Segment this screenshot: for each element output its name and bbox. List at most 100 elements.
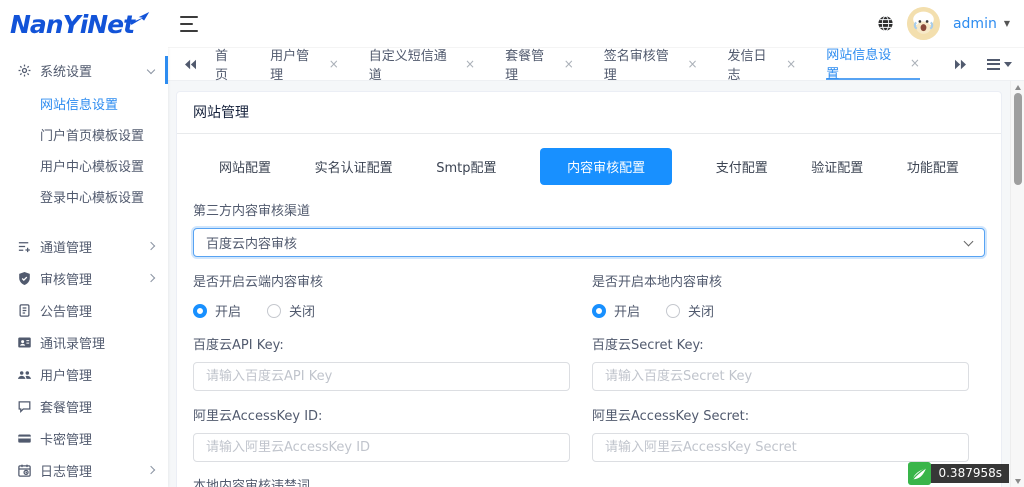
cloud-audit-off-radio[interactable]: 关闭: [267, 301, 315, 320]
double-right-icon: [955, 59, 966, 69]
baidu-secret-key-input[interactable]: [592, 362, 969, 391]
sidebar-item-contacts-management[interactable]: 通讯录管理: [0, 326, 168, 358]
channel-label: 第三方内容审核渠道: [193, 204, 311, 219]
sidebar-collapse-button[interactable]: [180, 15, 202, 32]
active-menu-indicator: [165, 56, 168, 84]
aliyun-accesskey-id-input[interactable]: [193, 433, 570, 462]
triangle-up-icon: [1015, 84, 1021, 90]
sidebar-subitem-site-info[interactable]: 网站信息设置: [0, 90, 168, 121]
chevron-down-icon: [146, 65, 156, 75]
sidebar-item-label: 用户管理: [40, 368, 93, 384]
tab-label: 首页: [215, 49, 229, 83]
brand-logo: NanYiNet: [10, 9, 135, 39]
config-tabs: 网站配置 实名认证配置 Smtp配置 内容审核配置 支付配置 验证配置 功能配置: [177, 134, 1001, 185]
username[interactable]: admin: [953, 16, 997, 32]
close-icon[interactable]: ×: [910, 56, 920, 70]
tab-home[interactable]: 首页: [215, 48, 240, 83]
close-icon[interactable]: ×: [687, 57, 697, 71]
admin-console: { "brand": { "name": "NanYiNet" }, "topb…: [0, 0, 1024, 487]
tab-content-audit-config[interactable]: 内容审核配置: [540, 148, 673, 185]
close-icon[interactable]: ×: [786, 57, 796, 71]
tab-label: 自定义短信通道: [368, 49, 447, 83]
avatar[interactable]: [906, 7, 940, 40]
chat-bubble-icon: [18, 400, 31, 413]
gear-icon: [18, 64, 31, 76]
contact-card-icon: [18, 337, 31, 347]
scroll-tabs-right-button[interactable]: [950, 59, 971, 70]
scroll-up-arrow[interactable]: [1011, 81, 1024, 93]
sidebar-item-system-settings[interactable]: 系统设置: [0, 54, 168, 86]
sidebar-subitem-portal-template[interactable]: 门户首页模板设置: [0, 121, 168, 152]
chevron-right-icon: [146, 241, 156, 251]
vertical-scrollbar[interactable]: [1010, 81, 1024, 487]
tab-realname-config[interactable]: 实名认证配置: [315, 148, 393, 185]
content-audit-form: 第三方内容审核渠道 百度云内容审核 是否开启云端内容审核 开启 关闭 是否开启本…: [177, 185, 1001, 487]
double-left-icon: [185, 59, 196, 69]
tab-payment-config[interactable]: 支付配置: [716, 148, 768, 185]
baidu-api-key-cell: 百度云API Key:: [193, 320, 570, 391]
scrollbar-thumb[interactable]: [1014, 93, 1022, 185]
card-icon: [18, 433, 31, 443]
audit-channel-select[interactable]: 百度云内容审核: [193, 228, 985, 257]
close-icon[interactable]: ×: [564, 57, 574, 71]
aliyun-accesskey-secret-input[interactable]: [592, 433, 969, 462]
tab-smtp-config[interactable]: Smtp配置: [436, 148, 496, 185]
sidebar-item-card-key-management[interactable]: 卡密管理: [0, 422, 168, 454]
scroll-tabs-left-button[interactable]: [180, 59, 201, 70]
tab-user-management[interactable]: 用户管理 ×: [270, 48, 339, 83]
local-audit-switch-cell: 是否开启本地内容审核 开启 关闭: [592, 257, 969, 320]
sidebar-item-audit-management[interactable]: 审核管理: [0, 262, 168, 294]
tab-send-log[interactable]: 发信日志 ×: [727, 48, 797, 83]
logo-arrow-icon: [130, 12, 150, 25]
sidebar-item-label: 卡密管理: [40, 432, 93, 448]
tabs-menu-button[interactable]: [987, 58, 1012, 70]
tab-label: 套餐管理: [505, 49, 545, 83]
local-audit-off-radio[interactable]: 关闭: [666, 301, 714, 320]
users-icon: [17, 370, 32, 379]
tab-site-info-settings[interactable]: 网站信息设置 ×: [826, 48, 920, 82]
channel-list-icon: [18, 241, 30, 252]
tab-custom-sms-channel[interactable]: 自定义短信通道 ×: [368, 48, 475, 83]
baidu-api-key-input[interactable]: [193, 362, 570, 391]
tab-feature-config[interactable]: 功能配置: [907, 148, 959, 185]
user-menu-caret-icon[interactable]: ▼: [1004, 19, 1010, 28]
debug-toolbar[interactable]: 0.387958s: [908, 462, 1009, 485]
chevron-right-icon: [146, 465, 156, 475]
announcement-icon: [19, 303, 30, 317]
sidebar-subitem-logincenter-template[interactable]: 登录中心模板设置: [0, 183, 168, 214]
cloud-audit-switch-cell: 是否开启云端内容审核 开启 关闭: [193, 257, 570, 320]
avatar-image: [906, 7, 940, 40]
radio-label: 关闭: [289, 305, 316, 320]
banned-words-label: 本地内容审核违禁词: [193, 479, 311, 487]
chevron-down-icon: [963, 236, 974, 246]
tab-verification-config[interactable]: 验证配置: [811, 148, 863, 185]
close-icon[interactable]: ×: [465, 57, 475, 71]
local-audit-on-radio[interactable]: 开启: [592, 301, 640, 320]
tab-site-config[interactable]: 网站配置: [219, 148, 271, 185]
sidebar-item-announcement-management[interactable]: 公告管理: [0, 294, 168, 326]
select-value: 百度云内容审核: [206, 237, 298, 252]
close-icon[interactable]: ×: [329, 57, 339, 71]
cloud-audit-on-radio[interactable]: 开启: [193, 301, 241, 320]
tabs-bar-right-controls: [950, 58, 1012, 70]
aliyun-accesskey-secret-cell: 阿里云AccessKey Secret:: [592, 391, 969, 462]
list-icon: [987, 58, 1000, 70]
sidebar-item-log-management[interactable]: 日志管理: [0, 454, 168, 486]
sidebar-item-package-management[interactable]: 套餐管理: [0, 390, 168, 422]
sidebar-item-label: 日志管理: [40, 464, 93, 480]
system-settings-submenu: 网站信息设置 门户首页模板设置 用户中心模板设置 登录中心模板设置: [0, 86, 168, 222]
local-switch-label: 是否开启本地内容审核: [592, 275, 723, 290]
sidebar-item-channel-management[interactable]: 通道管理: [0, 230, 168, 262]
language-globe-icon[interactable]: [877, 15, 894, 32]
caret-down-icon: [1004, 61, 1012, 67]
scroll-down-arrow[interactable]: [1011, 475, 1024, 487]
main-content: 网站管理 网站配置 实名认证配置 Smtp配置 内容审核配置 支付配置 验证配置…: [168, 81, 1024, 487]
sidebar-subitem-usercenter-template[interactable]: 用户中心模板设置: [0, 152, 168, 183]
tab-label: 发信日志: [727, 49, 767, 83]
tab-signature-audit[interactable]: 签名审核管理 ×: [604, 48, 698, 83]
sidebar: 系统设置 网站信息设置 门户首页模板设置 用户中心模板设置 登录中心模板设置 通…: [0, 48, 168, 487]
field-label: 阿里云AccessKey Secret:: [592, 409, 750, 424]
field-label: 百度云API Key:: [193, 338, 284, 353]
tab-package-management[interactable]: 套餐管理 ×: [505, 48, 574, 83]
sidebar-item-user-management[interactable]: 用户管理: [0, 358, 168, 390]
